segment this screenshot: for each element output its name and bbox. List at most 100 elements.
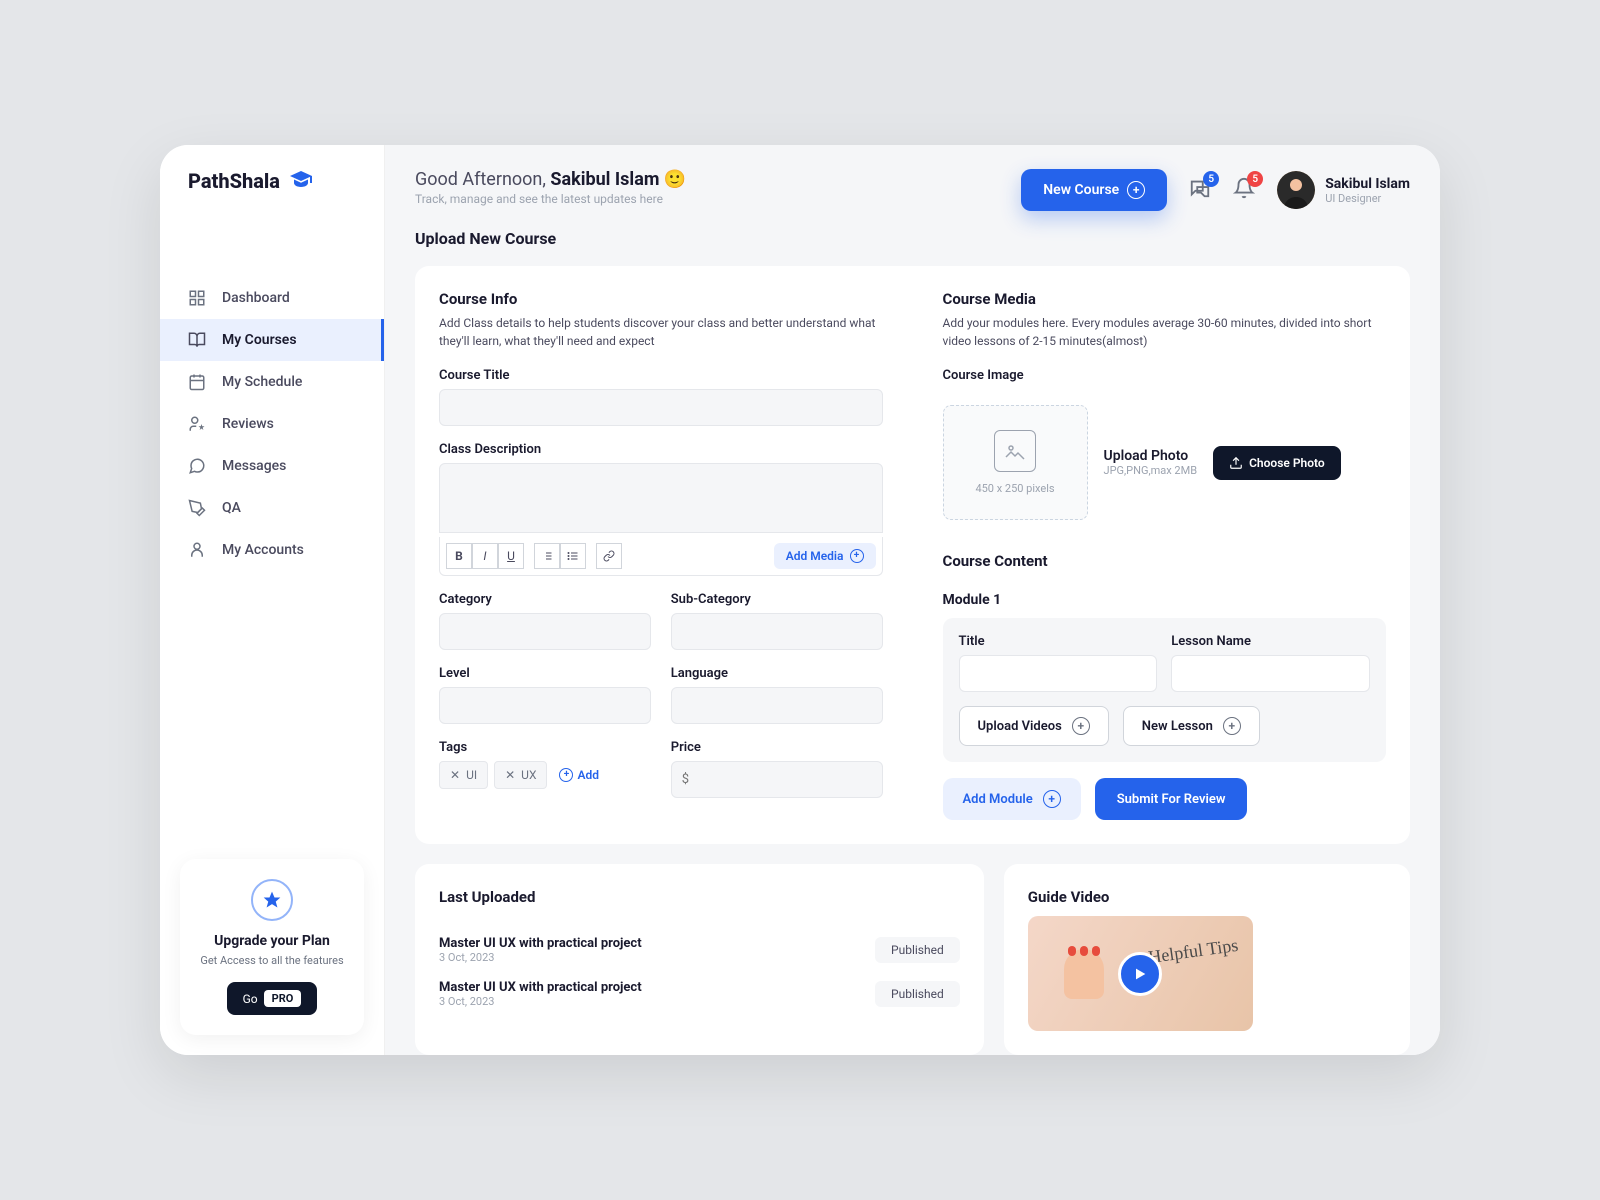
section-title: Course Media (943, 290, 1387, 308)
category-input[interactable] (439, 613, 651, 650)
plus-icon: + (1072, 717, 1090, 735)
star-icon (251, 879, 293, 921)
nav-label: My Accounts (222, 542, 304, 558)
upload-videos-button[interactable]: Upload Videos + (959, 706, 1109, 746)
section-desc: Add your modules here. Every modules ave… (943, 314, 1387, 350)
choose-photo-button[interactable]: Choose Photo (1213, 446, 1341, 480)
new-lesson-button[interactable]: New Lesson + (1123, 706, 1260, 746)
nav-qa[interactable]: QA (160, 487, 384, 529)
pen-icon (188, 499, 206, 517)
language-label: Language (671, 666, 883, 681)
status-badge: Published (875, 981, 960, 1007)
tag-chip[interactable]: ✕UX (494, 761, 547, 789)
plus-icon: + (850, 549, 864, 563)
course-title-label: Course Title (439, 368, 883, 383)
course-form: Course Info Add Class details to help st… (415, 266, 1410, 844)
nav-label: My Schedule (222, 374, 302, 390)
user-role: UI Designer (1325, 192, 1410, 205)
unordered-list-button[interactable] (560, 543, 586, 569)
italic-button[interactable]: I (472, 543, 498, 569)
notifications-badge: 5 (1247, 171, 1263, 187)
nav-dashboard[interactable]: Dashboard (160, 277, 384, 319)
upload-item-title: Master UI UX with practical project (439, 936, 642, 951)
new-course-button[interactable]: New Course + (1021, 169, 1167, 211)
section-title: Course Info (439, 290, 883, 308)
upload-area: 450 x 250 pixels Upload Photo JPG,PNG,ma… (943, 405, 1387, 520)
page-title: Upload New Course (415, 229, 1410, 248)
language-input[interactable] (671, 687, 883, 724)
user-icon (188, 541, 206, 559)
upload-icon (1229, 456, 1243, 470)
header: Good Afternoon, Sakibul Islam 🙂 Track, m… (415, 169, 1410, 211)
class-desc-input[interactable] (439, 463, 883, 533)
bold-button[interactable]: B (446, 543, 472, 569)
nav-label: QA (222, 500, 241, 516)
module-card: Title Lesson Name Upload Videos + (943, 618, 1387, 762)
lesson-name-label: Lesson Name (1171, 634, 1370, 649)
notifications-icon-button[interactable]: 5 (1233, 177, 1255, 203)
plus-icon: + (559, 768, 573, 782)
tag-chip[interactable]: ✕UI (439, 761, 488, 789)
pro-badge: PRO (264, 990, 302, 1007)
close-icon: ✕ (505, 768, 515, 782)
last-uploaded-card: Last Uploaded Master UI UX with practica… (415, 864, 984, 1055)
nav-courses[interactable]: My Courses (160, 319, 384, 361)
guide-video-title: Guide Video (1028, 888, 1386, 906)
upgrade-btn-text: Go (243, 992, 258, 1006)
nav-label: Dashboard (222, 290, 290, 306)
submit-review-button[interactable]: Submit For Review (1095, 778, 1248, 820)
upgrade-card: Upgrade your Plan Get Access to all the … (180, 859, 364, 1035)
upgrade-sub: Get Access to all the features (200, 953, 344, 968)
close-icon: ✕ (450, 768, 460, 782)
ordered-list-button[interactable] (534, 543, 560, 569)
chat-icon (188, 457, 206, 475)
upload-item-date: 3 Oct, 2023 (439, 951, 642, 964)
course-info-section: Course Info Add Class details to help st… (439, 290, 913, 820)
user-name: Sakibul Islam (1325, 176, 1410, 192)
upload-item-date: 3 Oct, 2023 (439, 995, 642, 1008)
new-course-label: New Course (1043, 182, 1119, 198)
last-uploaded-title: Last Uploaded (439, 888, 960, 906)
main-content: Good Afternoon, Sakibul Islam 🙂 Track, m… (385, 145, 1440, 1055)
book-icon (188, 331, 206, 349)
status-badge: Published (875, 937, 960, 963)
link-button[interactable] (596, 543, 622, 569)
messages-icon-button[interactable]: 5 (1189, 177, 1211, 203)
add-media-button[interactable]: Add Media + (774, 543, 876, 569)
upload-item: Master UI UX with practical project 3 Oc… (439, 972, 960, 1016)
category-label: Category (439, 592, 651, 607)
user-profile[interactable]: Sakibul Islam UI Designer (1277, 171, 1410, 209)
greeting-block: Good Afternoon, Sakibul Islam 🙂 Track, m… (415, 169, 686, 206)
class-desc-label: Class Description (439, 442, 883, 457)
price-input[interactable] (671, 761, 883, 798)
avatar (1277, 171, 1315, 209)
sidebar: PathShala Dashboard My Courses My Schedu… (160, 145, 385, 1055)
logo-text: PathShala (188, 169, 280, 193)
upload-dimensions: 450 x 250 pixels (975, 482, 1054, 495)
course-title-input[interactable] (439, 389, 883, 426)
add-tag-button[interactable]: + Add (553, 762, 605, 788)
upload-dropzone[interactable]: 450 x 250 pixels (943, 405, 1088, 520)
add-module-button[interactable]: Add Module + (943, 778, 1081, 820)
course-media-section: Course Media Add your modules here. Ever… (913, 290, 1387, 820)
nav-messages[interactable]: Messages (160, 445, 384, 487)
underline-button[interactable]: U (498, 543, 524, 569)
module-title-input[interactable] (959, 655, 1158, 692)
nav-accounts[interactable]: My Accounts (160, 529, 384, 571)
level-input[interactable] (439, 687, 651, 724)
lesson-name-input[interactable] (1171, 655, 1370, 692)
nav-reviews[interactable]: Reviews (160, 403, 384, 445)
sub-category-input[interactable] (671, 613, 883, 650)
editor-toolbar: B I U Add Media (439, 537, 883, 576)
app-window: PathShala Dashboard My Courses My Schedu… (160, 145, 1440, 1055)
nav-schedule[interactable]: My Schedule (160, 361, 384, 403)
tags-container: ✕UI ✕UX + Add (439, 761, 651, 789)
plus-icon: + (1223, 717, 1241, 735)
messages-badge: 5 (1203, 171, 1219, 187)
play-icon (1118, 952, 1162, 996)
graduation-cap-icon (286, 169, 316, 193)
upload-info-sub: JPG,PNG,max 2MB (1104, 464, 1198, 477)
upgrade-button[interactable]: Go PRO (227, 982, 318, 1015)
video-thumbnail[interactable]: Helpful Tips (1028, 916, 1253, 1031)
price-label: Price (671, 740, 883, 755)
